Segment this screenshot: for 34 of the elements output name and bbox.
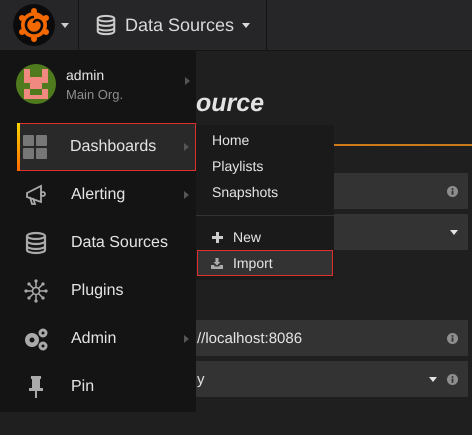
- submenu-item[interactable]: Snapshots: [196, 179, 334, 205]
- plus-icon: [212, 232, 223, 242]
- menu-item[interactable]: Alerting: [0, 171, 196, 219]
- org-name: Main Org.: [66, 86, 124, 102]
- plugins-icon: [24, 279, 48, 303]
- menu-item[interactable]: Dashboards: [17, 123, 196, 171]
- menu-item[interactable]: Data Sources: [0, 219, 196, 267]
- info-icon[interactable]: [447, 374, 458, 384]
- page-title: ource: [196, 89, 264, 119]
- submenu-item[interactable]: New: [196, 224, 334, 250]
- database-icon: [24, 231, 48, 255]
- chevron-icon: [185, 77, 190, 85]
- caret-icon: [61, 22, 69, 28]
- grid-icon: [23, 135, 47, 159]
- avatar-icon: [16, 64, 56, 104]
- caret-icon: [450, 230, 458, 234]
- database-icon: [95, 14, 117, 36]
- gears-icon: [23, 327, 49, 351]
- logo-icon: [13, 4, 55, 46]
- download-icon: [211, 258, 223, 268]
- caret-icon: [429, 376, 437, 382]
- chevron-icon: [184, 191, 189, 199]
- chevron-icon: [184, 335, 189, 343]
- menu-item[interactable]: Plugins: [0, 267, 196, 315]
- submenu-item[interactable]: Import: [197, 250, 333, 276]
- submenu-item[interactable]: Playlists: [196, 153, 334, 179]
- info-icon[interactable]: [447, 186, 458, 196]
- megaphone-icon: [24, 183, 48, 207]
- user-menu-item[interactable]: admin Main Org.: [0, 51, 196, 111]
- submenu-item[interactable]: Home: [196, 127, 334, 153]
- user-name: admin: [66, 66, 106, 82]
- info-icon[interactable]: [447, 332, 458, 344]
- chevron-icon: [184, 143, 189, 151]
- caret-icon: [242, 22, 250, 28]
